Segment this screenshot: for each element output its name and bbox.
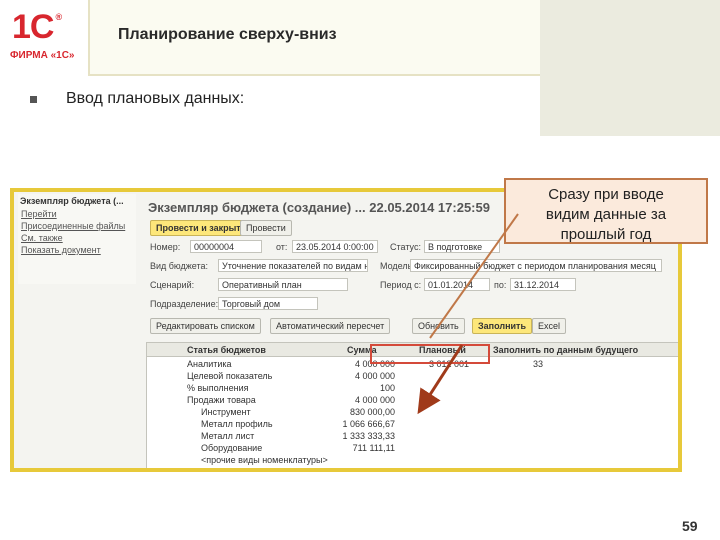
- annotation-arrows: [417, 213, 519, 415]
- page-number: 59: [682, 518, 698, 534]
- callout-arrow: [429, 213, 519, 339]
- value-arrow: [417, 344, 464, 415]
